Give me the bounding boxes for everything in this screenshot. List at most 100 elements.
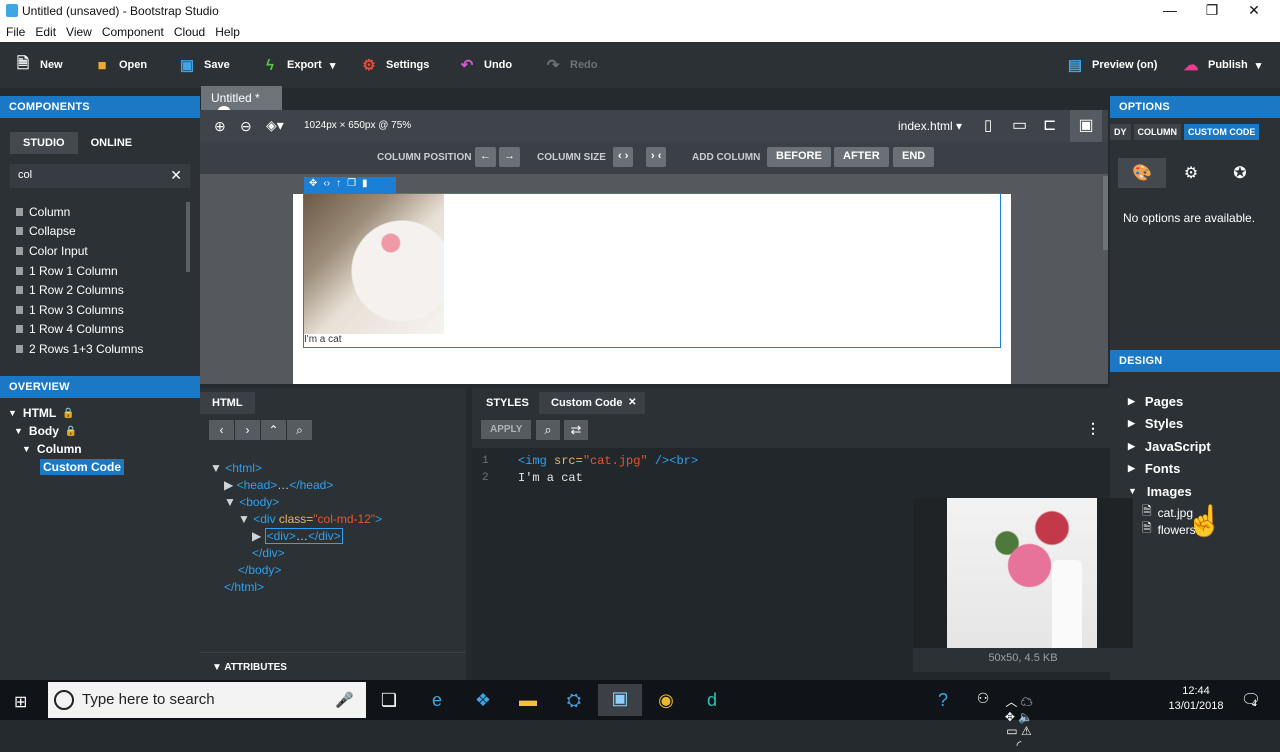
component-list-scrollbar[interactable] [186,202,190,272]
menu-file[interactable]: File [0,22,29,39]
tablet-view-icon[interactable]: ▭ [1012,115,1027,135]
laptop-view-icon[interactable]: ⊏ [1043,115,1056,135]
desktop-view-icon[interactable]: ▣ [1070,110,1102,142]
design-item-fonts[interactable]: ▶ Fonts [1128,458,1211,481]
code-icon[interactable]: ‹› [323,178,330,192]
edge-icon[interactable]: e [422,690,452,711]
node-html-open[interactable]: ▼ <html> [210,460,382,477]
phone-view-icon[interactable]: ▯ [984,116,992,134]
node-body-close[interactable]: </body> [210,562,382,579]
tree-node-body[interactable]: ▼ Body 🔒 [8,422,200,440]
close-tab-icon[interactable]: ✕ [628,397,636,408]
palette-icon[interactable]: 🎨 [1118,158,1166,188]
menu-component[interactable]: Component [96,22,168,39]
more-options-icon[interactable]: ⋮ [1086,420,1100,437]
tab-styles[interactable]: STYLES [474,392,541,414]
settings-button[interactable]: ⚙ Settings [360,54,429,76]
tree-node-column[interactable]: ▼ Column [8,440,200,458]
move-icon[interactable]: ✥ [309,178,317,192]
help-icon[interactable]: ? [928,690,958,711]
canvas-scrollbar[interactable] [1103,176,1108,250]
design-item-pages[interactable]: ▶ Pages [1128,390,1211,413]
end-button[interactable]: END [893,147,935,167]
undo-button[interactable]: ↶ Undo [458,54,512,76]
star-icon[interactable]: ✪ [1216,158,1264,188]
minimize-button[interactable]: — [1150,2,1190,18]
replace-icon[interactable]: ⇄ [564,420,588,440]
tab-studio[interactable]: STUDIO [10,132,78,154]
preview-button[interactable]: ▤ Preview (on) [1066,54,1158,76]
code-line-2[interactable]: I'm a cat [518,471,583,485]
copy-icon[interactable]: ❐ [347,178,356,192]
clock[interactable]: 12:44 13/01/2018 [1168,684,1224,714]
windows-start-icon[interactable]: ⊞ [14,692,27,712]
clear-icon[interactable]: ✕ [170,167,182,184]
zoom-out-icon[interactable]: ⊖ [240,118,252,135]
tab-body[interactable]: DY [1110,124,1131,140]
list-item[interactable]: Collapse [16,222,143,242]
open-button[interactable]: ■ Open [93,54,147,76]
close-button[interactable]: ✕ [1234,2,1274,19]
list-item[interactable]: 1 Row 4 Columns [16,320,143,340]
after-button[interactable]: AFTER [834,147,889,167]
design-item-images[interactable]: ▼ Images [1128,480,1211,503]
apply-button[interactable]: APPLY [481,420,532,439]
people-icon[interactable]: ⚇ [968,690,998,707]
node-head[interactable]: ▶ <head>…</head> [210,477,382,494]
save-button[interactable]: ▣ Save [178,54,230,76]
redo-button[interactable]: ↷ Redo [544,54,598,76]
list-item[interactable]: 1 Row 2 Columns [16,280,143,300]
size-decrease-button[interactable]: › ‹ [646,147,667,167]
taskbar-search-input[interactable]: Type here to search 🎤 [48,682,366,718]
notification-icon[interactable]: 🗨 [1236,690,1266,710]
store-icon[interactable]: ⛭ [559,690,589,711]
node-div-custom[interactable]: ▶ <div>…</div> [210,528,382,545]
page-select[interactable]: index.html ▾ [898,119,962,133]
task-view-icon[interactable]: ❏ [374,690,404,711]
tree-node-html[interactable]: ▼ HTML 🔒 [8,404,200,422]
select-parent-icon[interactable]: ↑ [336,178,341,192]
dropbox-icon[interactable]: ❖ [468,690,498,711]
tab-custom-code[interactable]: CUSTOM CODE [1184,124,1260,140]
layers-icon[interactable]: ◈▾ [266,117,284,134]
node-div-col[interactable]: ▼ <div class="col-md-12"> [210,511,382,528]
tree-node-custom-code[interactable]: Custom Code [8,458,200,476]
search-icon[interactable]: ⌕ [536,420,560,440]
search-icon[interactable]: ⌕ [287,420,312,440]
gear-icon[interactable]: ⚙ [1167,158,1215,188]
menu-help[interactable]: Help [209,22,244,39]
list-item[interactable]: Column [16,202,143,222]
move-left-button[interactable]: ← [475,147,496,167]
list-item[interactable]: Color Input [16,241,143,261]
list-item[interactable]: 1 Row 1 Column [16,261,143,281]
list-item[interactable]: 1 Row 3 Columns [16,300,143,320]
maximize-button[interactable]: ❐ [1192,2,1232,19]
before-button[interactable]: BEFORE [767,147,831,167]
menu-view[interactable]: View [60,22,96,39]
move-right-button[interactable]: → [499,147,520,167]
menu-edit[interactable]: Edit [29,22,60,39]
back-icon[interactable]: ‹ [209,420,234,440]
design-item-styles[interactable]: ▶ Styles [1128,413,1211,436]
publish-button[interactable]: ☁ Publish ▾ [1182,54,1262,76]
tab-html[interactable]: HTML [200,392,255,414]
component-search-input[interactable]: col ✕ [10,164,190,188]
attributes-section[interactable]: ▼ ATTRIBUTES [200,652,466,680]
forward-icon[interactable]: › [235,420,260,440]
tab-column[interactable]: COLUMN [1133,124,1182,140]
menu-cloud[interactable]: Cloud [168,22,209,39]
export-button[interactable]: ϟ Export ▾ [261,54,335,76]
design-item-javascript[interactable]: ▶ JavaScript [1128,435,1211,458]
new-button[interactable]: 🗎 New [14,54,63,76]
chrome-icon[interactable]: ◉ [651,690,681,711]
node-div-close[interactable]: </div> [210,545,382,562]
tray-icons[interactable]: ︿ ☁ ✥ 🔈 ▭ ⚠ ◜ [1004,693,1034,752]
code-line-1[interactable]: <img src="cat.jpg" /><br> [518,454,698,468]
node-html-close[interactable]: </html> [210,579,382,596]
tab-online[interactable]: ONLINE [78,132,146,154]
list-item[interactable]: 2 Rows 1+3 Columns [16,339,143,359]
size-increase-button[interactable]: ‹ › [613,147,634,167]
tab-custom-code[interactable]: Custom Code ✕ [539,392,645,414]
delete-icon[interactable]: ▮ [362,178,368,192]
zoom-in-icon[interactable]: ⊕ [214,118,226,135]
